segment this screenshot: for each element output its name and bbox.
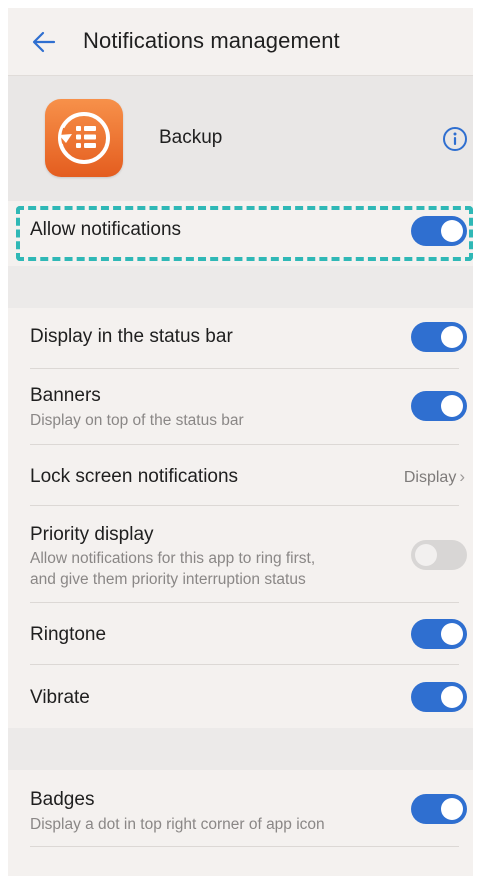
priority-display-row[interactable]: Priority display Allow notifications for… — [8, 506, 473, 603]
vibrate-toggle[interactable] — [411, 682, 467, 712]
backup-app-icon — [45, 99, 123, 177]
status-bar-row[interactable]: Display in the status bar — [8, 308, 473, 369]
status-bar-toggle[interactable] — [411, 322, 467, 352]
badges-toggle[interactable] — [411, 794, 467, 824]
lock-screen-value-text: Display — [403, 469, 457, 486]
app-name: Backup — [159, 127, 223, 148]
divider — [30, 846, 459, 847]
screen: Notifications management Backup Allow no… — [8, 8, 473, 876]
allow-notifications-row[interactable]: Allow notifications — [8, 201, 473, 261]
lock-screen-row[interactable]: Lock screen notifications Display › — [8, 445, 473, 506]
back-arrow-icon[interactable] — [30, 28, 58, 56]
priority-display-description-line1: Allow notifications for this app to ring… — [30, 550, 316, 567]
lock-screen-label: Lock screen notifications — [30, 466, 239, 487]
banners-description: Display on top of the status bar — [30, 412, 244, 429]
ringtone-label: Ringtone — [30, 624, 107, 645]
allow-notifications-toggle[interactable] — [411, 216, 467, 246]
lock-screen-value[interactable]: Display › — [404, 467, 465, 487]
allow-notifications-label: Allow notifications — [30, 219, 182, 240]
banners-row[interactable]: Banners Display on top of the status bar — [8, 369, 473, 445]
status-bar-label: Display in the status bar — [30, 326, 233, 347]
vibrate-row[interactable]: Vibrate — [8, 665, 473, 728]
priority-display-description-line2: and give them priority interruption stat… — [30, 571, 306, 588]
ringtone-toggle[interactable] — [411, 619, 467, 649]
section-gap — [8, 266, 473, 308]
vibrate-label: Vibrate — [30, 687, 90, 708]
ringtone-row[interactable]: Ringtone — [8, 603, 473, 665]
badges-description: Display a dot in top right corner of app… — [30, 816, 325, 833]
page-title: Notifications management — [83, 28, 340, 53]
priority-display-toggle[interactable] — [411, 540, 467, 570]
badges-label: Badges — [30, 789, 95, 810]
info-icon[interactable] — [442, 126, 468, 152]
badges-row[interactable]: Badges Display a dot in top right corner… — [8, 770, 473, 847]
chevron-right-icon: › — [459, 467, 465, 486]
banners-label: Banners — [30, 385, 101, 406]
priority-display-label: Priority display — [30, 524, 154, 545]
banners-toggle[interactable] — [411, 391, 467, 421]
app-info-section: Backup — [8, 76, 473, 201]
section-gap — [8, 728, 473, 770]
header: Notifications management — [8, 8, 473, 76]
